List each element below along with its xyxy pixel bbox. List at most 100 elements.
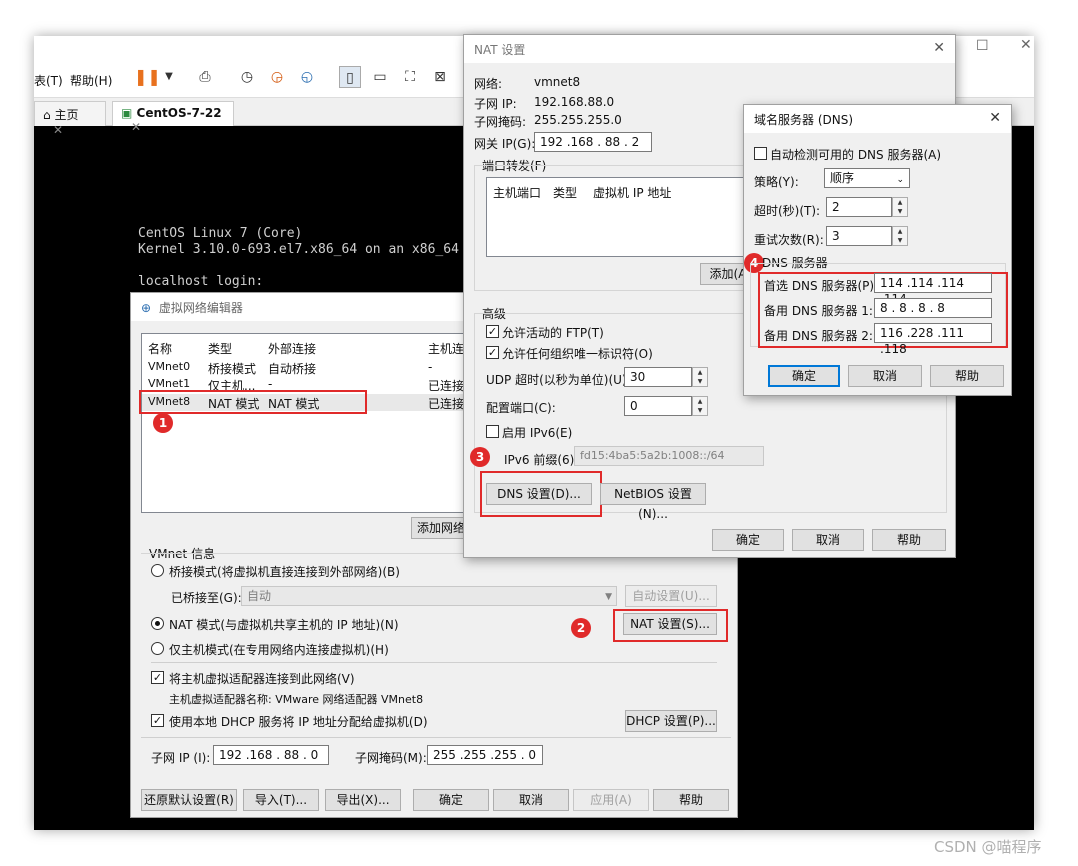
- column-header[interactable]: 主机端口: [493, 184, 541, 201]
- config-port-spinner[interactable]: ▲ ▼: [692, 396, 708, 416]
- nat-radio[interactable]: [151, 617, 164, 630]
- tab-centos[interactable]: ▣ CentOS-7-22 ✕: [112, 101, 234, 134]
- menu-help[interactable]: 帮助(H): [70, 72, 112, 89]
- close-icon[interactable]: ✕: [53, 123, 63, 137]
- column-header[interactable]: 类型: [553, 184, 577, 201]
- column-header[interactable]: 外部连接: [268, 340, 316, 357]
- hostonly-radio[interactable]: [151, 642, 164, 655]
- help-button[interactable]: 帮助: [653, 789, 729, 811]
- divider: [151, 662, 717, 663]
- dhcp-checkbox[interactable]: ✓: [151, 714, 164, 727]
- gateway-field[interactable]: 192 .168 . 88 . 2: [534, 132, 652, 152]
- menu-tools[interactable]: 表(T): [34, 72, 63, 89]
- revert-snapshot-icon[interactable]: ◶: [266, 66, 288, 88]
- cancel-button[interactable]: 取消: [493, 789, 569, 811]
- subnet-ip-label: 子网 IP:: [474, 97, 517, 111]
- timeout-field[interactable]: 2: [826, 197, 892, 217]
- subnet-mask-value: 255.255.255.0: [534, 113, 622, 127]
- subnet-mask-label: 子网掩码:: [474, 115, 527, 129]
- select-value: 顺序: [830, 171, 855, 185]
- subnet-mask-field[interactable]: 255 .255 .255 . 0: [427, 745, 543, 765]
- arrow-down-icon[interactable]: ▼: [693, 377, 707, 386]
- close-icon[interactable]: ✕: [933, 40, 945, 56]
- help-button[interactable]: 帮助: [930, 365, 1004, 387]
- unity-icon[interactable]: ⊠: [429, 66, 451, 88]
- subnet-ip-value: 192.168.88.0: [534, 95, 615, 109]
- row-host: -: [428, 360, 433, 374]
- arrow-up-icon[interactable]: ▲: [893, 198, 907, 207]
- alternate-dns-2-field[interactable]: 116 .228 .111 .118: [874, 323, 992, 356]
- port-forward-list[interactable]: 主机端口 类型 虚拟机 IP 地址: [486, 177, 756, 257]
- apply-button[interactable]: 应用(A): [573, 789, 649, 811]
- close-icon[interactable]: ✕: [131, 120, 141, 134]
- restore-defaults-button[interactable]: 还原默认设置(R): [141, 789, 237, 811]
- dns-settings-button[interactable]: DNS 设置(D)...: [486, 483, 592, 505]
- auto-detect-checkbox[interactable]: [754, 147, 767, 160]
- cancel-button[interactable]: 取消: [792, 529, 864, 551]
- ok-button[interactable]: 确定: [413, 789, 489, 811]
- ok-button[interactable]: 确定: [712, 529, 784, 551]
- udp-timeout-field[interactable]: 30: [624, 367, 692, 387]
- timeout-label: 超时(秒)(T):: [754, 204, 821, 218]
- row-host: 已连接: [428, 379, 465, 393]
- bridge-radio-label: 桥接模式(将虚拟机直接连接到外部网络)(B): [169, 565, 400, 579]
- column-header[interactable]: 虚拟机 IP 地址: [593, 184, 671, 201]
- connect-adapter-checkbox[interactable]: ✓: [151, 671, 164, 684]
- ok-button[interactable]: 确定: [768, 365, 840, 387]
- pause-icon[interactable]: ❚❚: [134, 66, 161, 88]
- chevron-down-icon[interactable]: ▼: [158, 66, 180, 88]
- bridge-to-select[interactable]: 自动 ▼: [241, 586, 617, 606]
- help-button[interactable]: 帮助: [872, 529, 946, 551]
- config-port-field[interactable]: 0: [624, 396, 692, 416]
- arrow-up-icon[interactable]: ▲: [693, 397, 707, 406]
- auto-settings-button[interactable]: 自动设置(U)...: [625, 585, 717, 607]
- dns-dialog: 域名服务器 (DNS) ✕ 自动检测可用的 DNS 服务器(A) 策略(Y): …: [743, 104, 1012, 396]
- maximize-icon[interactable]: ☐: [976, 38, 989, 54]
- arrow-up-icon[interactable]: ▲: [893, 227, 907, 236]
- policy-select[interactable]: 顺序 ⌄: [824, 168, 910, 188]
- close-icon[interactable]: ✕: [1020, 37, 1032, 53]
- snapshot-icon[interactable]: ◷: [236, 66, 258, 88]
- netbios-settings-button[interactable]: NetBIOS 设置(N)...: [600, 483, 706, 521]
- preferred-dns-field[interactable]: 114 .114 .114 .114: [874, 273, 992, 306]
- allow-oui-checkbox[interactable]: ✓: [486, 346, 499, 359]
- ipv6-prefix-field[interactable]: fd15:4ba5:5a2b:1008::/64: [574, 446, 764, 466]
- dialog-titlebar: NAT 设置 ✕: [464, 35, 955, 63]
- enable-ipv6-checkbox[interactable]: [486, 425, 499, 438]
- subnet-mask-label: 子网掩码(M):: [355, 751, 427, 765]
- tab-label: CentOS-7-22: [136, 106, 222, 120]
- alternate-dns-1-field[interactable]: 8 . 8 . 8 . 8: [874, 298, 992, 318]
- dhcp-settings-button[interactable]: DHCP 设置(P)...: [625, 710, 717, 732]
- sidebar-view-icon[interactable]: ▯: [339, 66, 361, 88]
- column-header[interactable]: 类型: [208, 340, 232, 357]
- retries-field[interactable]: 3: [826, 226, 892, 246]
- column-header[interactable]: 名称: [148, 340, 172, 357]
- tab-home[interactable]: ⌂ 主页 ✕: [34, 101, 106, 137]
- nat-settings-button[interactable]: NAT 设置(S)...: [623, 613, 717, 635]
- arrow-down-icon[interactable]: ▼: [893, 236, 907, 245]
- timeout-spinner[interactable]: ▲ ▼: [892, 197, 908, 217]
- send-keys-icon[interactable]: ⎙: [194, 66, 216, 88]
- add-network-button[interactable]: 添加网络: [411, 517, 471, 539]
- close-icon[interactable]: ✕: [989, 110, 1001, 126]
- arrow-up-icon[interactable]: ▲: [693, 368, 707, 377]
- snapshot-manager-icon[interactable]: ◵: [296, 66, 318, 88]
- tab-label: 主页: [54, 108, 79, 122]
- arrow-down-icon[interactable]: ▼: [693, 406, 707, 415]
- arrow-down-icon[interactable]: ▼: [893, 207, 907, 216]
- console-view-icon[interactable]: ▭: [369, 66, 391, 88]
- policy-label: 策略(Y):: [754, 175, 799, 189]
- column-header[interactable]: 主机连: [428, 340, 464, 357]
- udp-timeout-spinner[interactable]: ▲ ▼: [692, 367, 708, 387]
- export-button[interactable]: 导出(X)...: [325, 789, 401, 811]
- import-button[interactable]: 导入(T)...: [243, 789, 319, 811]
- cancel-button[interactable]: 取消: [848, 365, 922, 387]
- allow-ftp-checkbox[interactable]: ✓: [486, 325, 499, 338]
- subnet-ip-field[interactable]: 192 .168 . 88 . 0: [213, 745, 329, 765]
- retries-label: 重试次数(R):: [754, 233, 824, 247]
- fullscreen-icon[interactable]: ⛶: [399, 66, 421, 88]
- bridge-radio[interactable]: [151, 564, 164, 577]
- retries-spinner[interactable]: ▲ ▼: [892, 226, 908, 246]
- annotation-badge: 1: [153, 413, 173, 433]
- home-icon: ⌂: [43, 108, 51, 122]
